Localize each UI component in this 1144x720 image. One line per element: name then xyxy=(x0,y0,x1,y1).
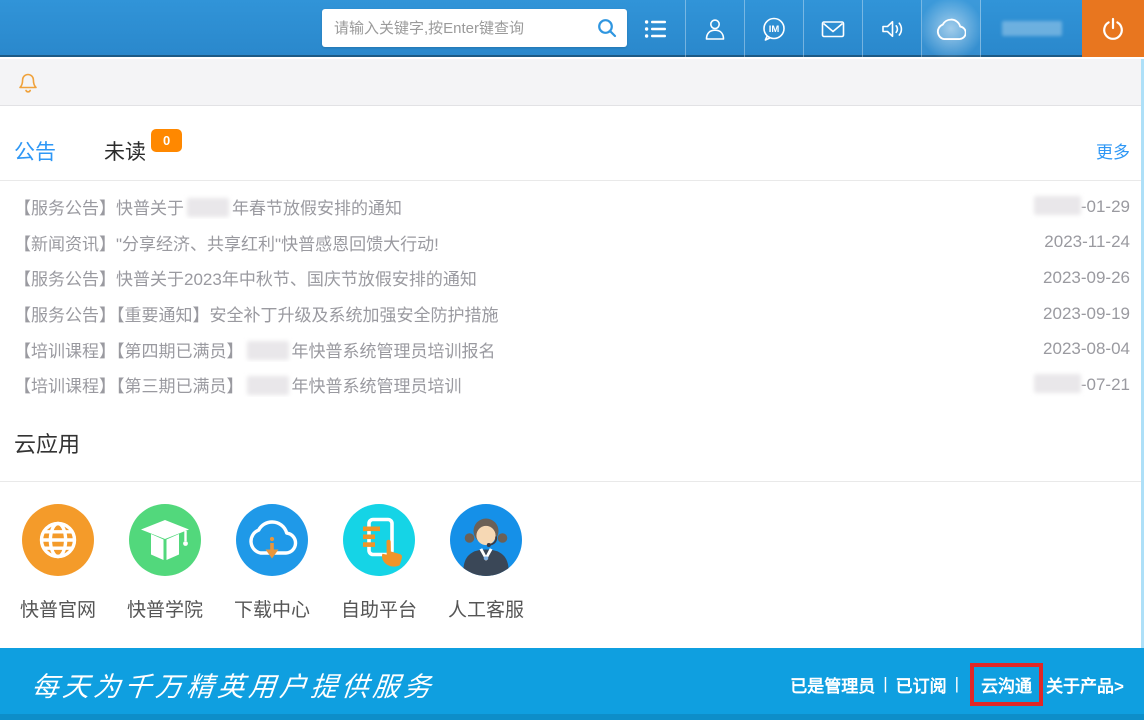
speaker-icon xyxy=(878,15,906,43)
announcement-row[interactable]: 【新闻资讯】"分享经济、共享红利"快普感恩回馈大行动! 2023-11-24 xyxy=(14,225,1130,261)
svg-text:IM: IM xyxy=(769,24,780,35)
announcement-title: 【服务公告】快普关于2023年中秋节、国庆节放假安排的通知 xyxy=(14,265,1043,290)
annotation-highlight-box: 云沟通 xyxy=(970,663,1043,706)
im-button[interactable]: IM xyxy=(745,0,804,57)
redacted-year xyxy=(247,376,289,395)
announcement-speaker-button[interactable] xyxy=(863,0,922,57)
announcement-date: -01-29 xyxy=(1034,196,1130,217)
notification-strip xyxy=(0,59,1144,106)
announcement-row[interactable]: 【服务公告】【重要通知】安全补丁升级及系统加强安全防护措施 2023-09-19 xyxy=(14,296,1130,332)
cloud-download-icon xyxy=(236,504,308,576)
footer-link-admin[interactable]: 已是管理员 xyxy=(790,672,875,697)
self-service-icon xyxy=(343,504,415,576)
announcement-title: 【服务公告】【重要通知】安全补丁升级及系统加强安全防护措施 xyxy=(14,301,1043,326)
announcement-row[interactable]: 【培训课程】【第三期已满员】年快普系统管理员培训 -07-21 xyxy=(14,367,1130,403)
footer-links: 已是管理员 | 已订阅 | 云沟通 关于产品> xyxy=(790,663,1124,706)
footer-slogan: 每天为千万精英用户提供服务 xyxy=(30,665,437,704)
search-box[interactable] xyxy=(322,9,627,47)
bell-icon[interactable] xyxy=(17,70,39,94)
globe-icon xyxy=(22,504,94,576)
unread-count-badge: 0 xyxy=(151,129,182,152)
topbar-icon-cells: IM xyxy=(627,0,1144,57)
separator: | xyxy=(883,674,887,694)
power-icon xyxy=(1100,16,1126,42)
menu-list-icon xyxy=(643,16,669,42)
separator: | xyxy=(955,674,959,694)
support-agent-icon xyxy=(450,504,522,576)
user-contacts-button[interactable] xyxy=(686,0,745,57)
graduation-icon xyxy=(129,504,201,576)
redacted-year xyxy=(1034,374,1081,393)
tab-unread[interactable]: 未读 xyxy=(104,136,146,166)
username-redacted xyxy=(1002,21,1062,36)
announcement-date: 2023-09-26 xyxy=(1043,268,1130,288)
announcement-date: -07-21 xyxy=(1034,374,1130,395)
redacted-year xyxy=(187,198,229,217)
mail-button[interactable] xyxy=(804,0,863,57)
app-kuaipu-academy[interactable]: 快普学院 xyxy=(121,504,209,622)
announcement-date: 2023-08-04 xyxy=(1043,339,1130,359)
app-self-service[interactable]: 自助平台 xyxy=(335,504,423,622)
announcement-title: 【培训课程】【第三期已满员】年快普系统管理员培训 xyxy=(14,372,1034,397)
mail-icon xyxy=(819,15,847,43)
app-human-support[interactable]: 人工客服 xyxy=(442,504,530,622)
more-link[interactable]: 更多 xyxy=(1096,138,1130,163)
footer-link-about-product[interactable]: 关于产品> xyxy=(1046,672,1124,697)
app-label: 自助平台 xyxy=(335,595,423,622)
announcement-row[interactable]: 【服务公告】快普关于年春节放假安排的通知 -01-29 xyxy=(14,189,1130,225)
im-icon: IM xyxy=(760,15,788,43)
logout-power-button[interactable] xyxy=(1082,0,1144,57)
cloud-button[interactable] xyxy=(922,0,981,57)
search-icon[interactable] xyxy=(596,17,618,39)
app-label: 人工客服 xyxy=(442,595,530,622)
search-input[interactable] xyxy=(322,20,596,37)
menu-list-button[interactable] xyxy=(627,0,686,57)
topbar: IM xyxy=(0,0,1144,57)
app-download-center[interactable]: 下载中心 xyxy=(228,504,316,622)
announcement-title: 【新闻资讯】"分享经济、共享红利"快普感恩回馈大行动! xyxy=(14,230,1044,255)
announcements-list: 【服务公告】快普关于年春节放假安排的通知 -01-29 【新闻资讯】"分享经济、… xyxy=(0,181,1144,403)
redacted-year xyxy=(247,341,289,360)
announcement-row[interactable]: 【服务公告】快普关于2023年中秋节、国庆节放假安排的通知 2023-09-26 xyxy=(14,260,1130,296)
tab-announcements[interactable]: 公告 xyxy=(14,136,56,166)
app-label: 下载中心 xyxy=(228,595,316,622)
footer-link-cloud-chat[interactable]: 云沟通 xyxy=(981,672,1032,697)
app-kuaipu-website[interactable]: 快普官网 xyxy=(14,504,102,622)
announcement-row[interactable]: 【培训课程】【第四期已满员】年快普系统管理员培训报名 2023-08-04 xyxy=(14,331,1130,367)
username-area[interactable] xyxy=(981,0,1082,57)
app-label: 快普官网 xyxy=(14,595,102,622)
main-panel: 公告 未读 0 更多 【服务公告】快普关于年春节放假安排的通知 -01-29 【… xyxy=(0,107,1144,622)
cloud-icon xyxy=(936,14,966,44)
cloud-apps-title: 云应用 xyxy=(0,403,1144,482)
footer-link-subscribed[interactable]: 已订阅 xyxy=(896,672,947,697)
footer: 每天为千万精英用户提供服务 已是管理员 | 已订阅 | 云沟通 关于产品> xyxy=(0,648,1144,720)
announcement-date: 2023-09-19 xyxy=(1043,304,1130,324)
user-icon xyxy=(702,16,728,42)
announcement-title: 【培训课程】【第四期已满员】年快普系统管理员培训报名 xyxy=(14,337,1043,362)
app-label: 快普学院 xyxy=(121,595,209,622)
announcement-date: 2023-11-24 xyxy=(1044,232,1130,252)
cloud-apps-row: 快普官网 快普学院 下 xyxy=(0,482,1144,622)
redacted-year xyxy=(1034,196,1081,215)
announcements-header: 公告 未读 0 更多 xyxy=(0,107,1144,181)
announcement-title: 【服务公告】快普关于年春节放假安排的通知 xyxy=(14,194,1034,219)
